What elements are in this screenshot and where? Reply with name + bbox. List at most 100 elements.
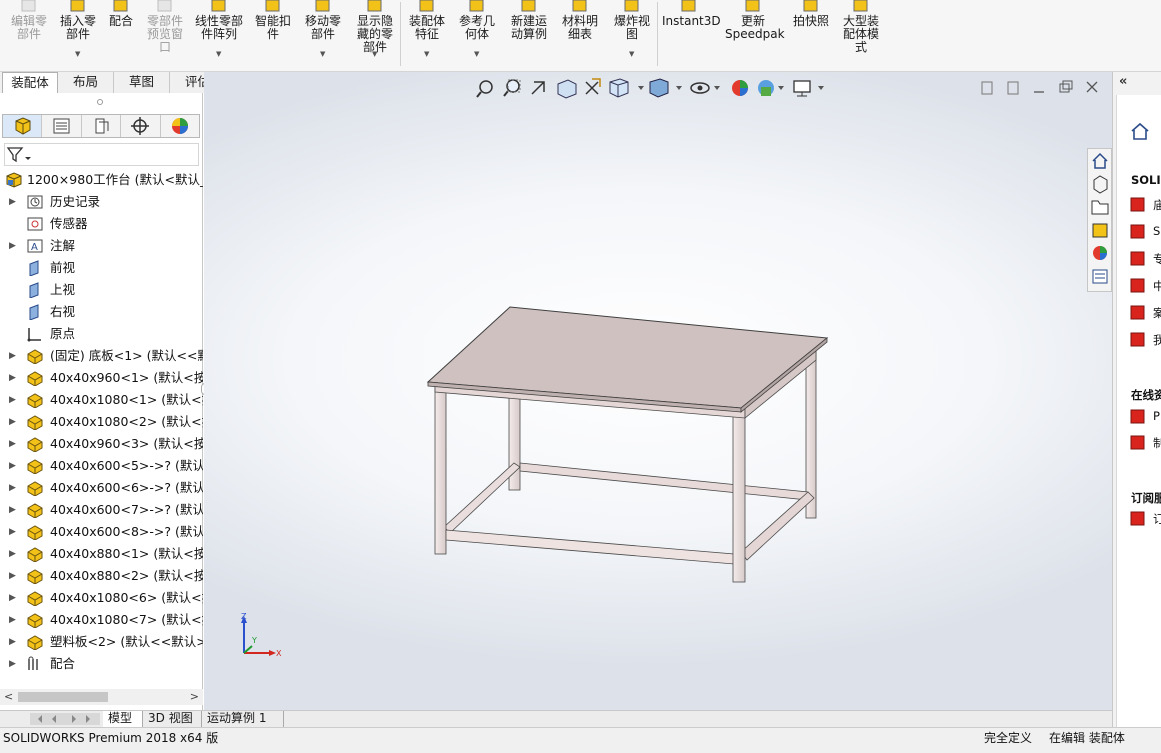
- expand-arrow-icon[interactable]: ▶: [9, 631, 16, 653]
- taskpane-item[interactable]: 制: [1129, 433, 1161, 453]
- view-palette-icon[interactable]: [1092, 223, 1108, 238]
- feature-manager-tab[interactable]: [3, 115, 43, 137]
- tree-item[interactable]: ▶ 40x40x1080<7> (默认<按加: [0, 609, 203, 631]
- custom-properties-icon[interactable]: [1092, 269, 1108, 284]
- workbench-model[interactable]: [204, 72, 1112, 710]
- taskpane-item[interactable]: 订: [1129, 509, 1161, 529]
- tree-item[interactable]: ▶ 40x40x960<1> (默认<按焊: [0, 367, 203, 389]
- ribbon-button-smart-fasteners[interactable]: 智能扣 件: [252, 0, 294, 70]
- tree-item[interactable]: 原点: [0, 323, 203, 345]
- taskpane-item[interactable]: S: [1129, 222, 1161, 242]
- ribbon-button-assembly-features[interactable]: 装配体 特征 ▼: [404, 0, 450, 70]
- tree-item[interactable]: ▶ 40x40x600<8>->? (默认<按: [0, 521, 203, 543]
- expand-arrow-icon[interactable]: ▶: [9, 433, 16, 455]
- tree-filter[interactable]: [4, 143, 199, 166]
- tree-item[interactable]: ▶ A 注解: [0, 235, 203, 257]
- tree-item[interactable]: ▶ 40x40x1080<1> (默认<按加: [0, 389, 203, 411]
- ribbon-button-update-speedpak[interactable]: 更新 Speedpak: [725, 0, 785, 70]
- tree-item[interactable]: ▶ 历史记录: [0, 191, 203, 213]
- taskpane-item[interactable]: 专: [1129, 249, 1161, 269]
- ribbon-button-component-preview[interactable]: 零部件 预览窗 口: [142, 0, 188, 70]
- tree-item[interactable]: ▶ 配合: [0, 653, 203, 675]
- expand-arrow-icon[interactable]: ▶: [9, 367, 16, 389]
- home-icon[interactable]: [1092, 152, 1108, 169]
- dropdown-arrow-icon[interactable]: ▼: [424, 48, 429, 61]
- tree-item[interactable]: ▶ 40x40x600<6>->? (默认<按: [0, 477, 203, 499]
- expand-arrow-icon[interactable]: ▶: [9, 191, 16, 213]
- taskpane-item[interactable]: 我: [1129, 330, 1161, 350]
- expand-arrow-icon[interactable]: ▶: [9, 389, 16, 411]
- expand-arrow-icon[interactable]: ▶: [9, 521, 16, 543]
- tree-root-assembly[interactable]: 1200×980工作台 (默认<默认_显: [0, 169, 203, 191]
- dropdown-arrow-icon[interactable]: ▼: [320, 48, 325, 61]
- ribbon-button-exploded-view[interactable]: 爆炸视 图 ▼: [609, 0, 655, 70]
- ribbon-button-mate[interactable]: 配合: [106, 0, 136, 70]
- horizontal-scrollbar[interactable]: < >: [0, 689, 203, 705]
- dropdown-arrow-icon[interactable]: ▼: [372, 48, 377, 61]
- expand-arrow-icon[interactable]: ▶: [9, 653, 16, 675]
- ribbon-button-take-snapshot[interactable]: 拍快照: [788, 0, 834, 70]
- property-manager-tab[interactable]: [42, 115, 82, 137]
- appearances-icon[interactable]: [1093, 246, 1107, 260]
- file-explorer-icon[interactable]: [1091, 200, 1109, 215]
- ribbon-button-instant3d[interactable]: Instant3D: [662, 0, 721, 70]
- scroll-left-arrow[interactable]: <: [4, 689, 13, 705]
- panel-splitter-handle[interactable]: [97, 99, 103, 105]
- tree-item[interactable]: ▶ 40x40x880<1> (默认<按加: [0, 543, 203, 565]
- expand-arrow-icon[interactable]: ▶: [9, 411, 16, 433]
- tree-item[interactable]: ▶ 塑料板<2> (默认<<默认>_: [0, 631, 203, 653]
- graphics-area[interactable]: Z Y X: [204, 72, 1112, 710]
- dropdown-arrow-icon[interactable]: ▼: [75, 48, 80, 61]
- expand-arrow-icon[interactable]: ▶: [9, 345, 16, 367]
- tree-item[interactable]: ▶ (固定) 底板<1> (默认<<默认: [0, 345, 203, 367]
- dropdown-arrow-icon[interactable]: ▼: [216, 48, 221, 61]
- bottom-tab-0[interactable]: 模型: [103, 711, 143, 727]
- tree-item[interactable]: ▶ 40x40x1080<6> (默认<按加: [0, 587, 203, 609]
- tree-item[interactable]: 前视: [0, 257, 203, 279]
- tree-item[interactable]: ▶ 40x40x600<7>->? (默认<按: [0, 499, 203, 521]
- tab-1[interactable]: 布局: [58, 72, 114, 93]
- scroll-thumb[interactable]: [18, 692, 108, 702]
- tab-2[interactable]: 草图: [114, 72, 170, 93]
- ribbon-button-move-component[interactable]: 移动零 部件 ▼: [300, 0, 346, 70]
- expand-arrow-icon[interactable]: ▶: [9, 587, 16, 609]
- ribbon-button-bill-of-materials[interactable]: 材料明 细表: [558, 0, 602, 70]
- dropdown-arrow-icon[interactable]: ▼: [474, 48, 479, 61]
- taskpane-item[interactable]: 案: [1129, 303, 1161, 323]
- tab-0[interactable]: 装配体: [2, 72, 58, 93]
- tree-item[interactable]: ▶ 40x40x880<2> (默认<按加: [0, 565, 203, 587]
- home-icon[interactable]: [1129, 121, 1151, 144]
- tree-item[interactable]: ▶ 40x40x1080<2> (默认<按加: [0, 411, 203, 433]
- ribbon-button-reference-geometry[interactable]: 参考几 何体 ▼: [455, 0, 499, 70]
- ribbon-button-linear-pattern[interactable]: 线性零部 件阵列 ▼: [190, 0, 248, 70]
- taskpane-item[interactable]: 中: [1129, 276, 1161, 296]
- expand-arrow-icon[interactable]: ▶: [9, 235, 16, 257]
- ribbon-button-large-assembly-mode[interactable]: 大型装 配体模 式: [836, 0, 886, 70]
- ribbon-button-edit-component[interactable]: 编辑零 部件: [6, 0, 52, 70]
- expand-arrow-icon[interactable]: ▶: [9, 455, 16, 477]
- ribbon-button-show-hidden-components[interactable]: 显示隐 藏的零 部件 ▼: [352, 0, 398, 70]
- expand-arrow-icon[interactable]: ▶: [9, 609, 16, 631]
- tree-item[interactable]: 传感器: [0, 213, 203, 235]
- taskpane-item[interactable]: 庙: [1129, 195, 1161, 215]
- tree-item[interactable]: 上视: [0, 279, 203, 301]
- collapse-task-pane-button[interactable]: «: [1119, 74, 1127, 89]
- ribbon-button-insert-components[interactable]: 插入零 部件 ▼: [58, 0, 98, 70]
- tree-item[interactable]: ▶ 40x40x600<5>->? (默认<按: [0, 455, 203, 477]
- dimxpert-manager-tab[interactable]: [121, 115, 161, 137]
- taskpane-item[interactable]: P: [1129, 407, 1161, 427]
- scroll-right-arrow[interactable]: >: [190, 689, 199, 705]
- bottom-tab-1[interactable]: 3D 视图: [143, 711, 202, 727]
- expand-arrow-icon[interactable]: ▶: [9, 543, 16, 565]
- ribbon-button-new-motion-study[interactable]: 新建运 动算例: [506, 0, 552, 70]
- expand-arrow-icon[interactable]: ▶: [9, 477, 16, 499]
- configuration-manager-tab[interactable]: [82, 115, 122, 137]
- dropdown-arrow-icon[interactable]: ▼: [629, 48, 634, 61]
- 3d-content-icon[interactable]: [1093, 175, 1108, 194]
- bottom-tab-2[interactable]: 运动算例 1: [202, 711, 284, 727]
- expand-arrow-icon[interactable]: ▶: [9, 565, 16, 587]
- display-manager-tab[interactable]: [161, 115, 199, 137]
- tree-item[interactable]: ▶ 40x40x960<3> (默认<按焊: [0, 433, 203, 455]
- expand-arrow-icon[interactable]: ▶: [9, 499, 16, 521]
- tree-item[interactable]: 右视: [0, 301, 203, 323]
